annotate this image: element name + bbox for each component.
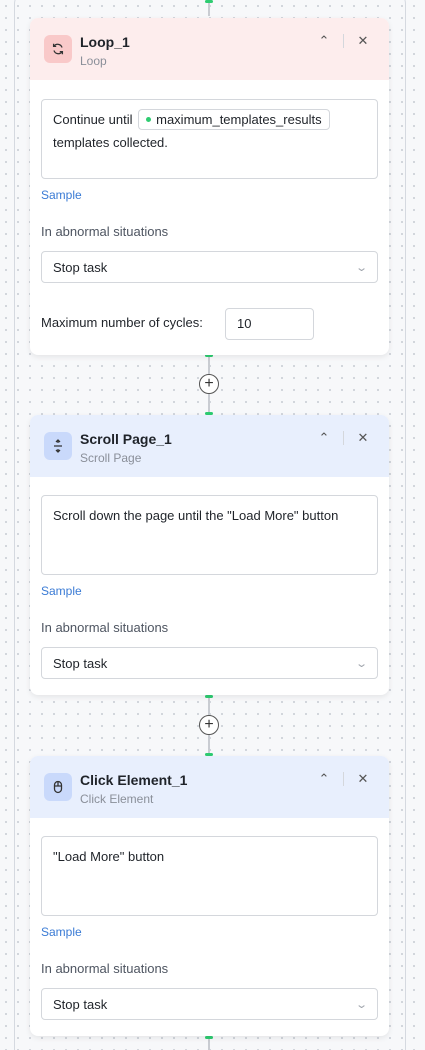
max-cycles-input[interactable]: 10 (225, 308, 314, 340)
close-icon[interactable]: ✕ (355, 33, 371, 49)
loop-node-header: Loop_1 Loop ⌃ ✕ (30, 18, 389, 80)
scroll-page-node-header: Scroll Page_1 Scroll Page ⌃ ✕ (30, 415, 389, 477)
node-title: Loop_1 (80, 34, 130, 50)
max-cycles-label: Maximum number of cycles: (41, 315, 203, 330)
click-element-node-header: Click Element_1 Click Element ⌃ ✕ (30, 756, 389, 818)
select-value: Stop task (53, 259, 108, 275)
select-value: Stop task (53, 996, 108, 1012)
loop-node-card[interactable]: Loop_1 Loop ⌃ ✕ Continue until maximum_t… (30, 18, 389, 355)
connector-end (205, 0, 213, 3)
abnormal-select[interactable]: Stop task ⌄ (41, 647, 378, 679)
scroll-instruction-input[interactable]: Scroll down the page until the "Load Mor… (41, 495, 378, 575)
select-value: Stop task (53, 655, 108, 671)
condition-text: Continue until (53, 112, 133, 127)
sample-link[interactable]: Sample (41, 188, 82, 202)
node-title: Click Element_1 (80, 772, 188, 788)
click-target-input[interactable]: "Load More" button (41, 836, 378, 916)
close-icon[interactable]: ✕ (355, 771, 371, 787)
connector-end (205, 695, 213, 698)
abnormal-select[interactable]: Stop task ⌄ (41, 251, 378, 283)
chevron-down-icon: ⌄ (354, 261, 368, 274)
variable-chip[interactable]: maximum_templates_results (138, 109, 330, 130)
node-subtitle: Click Element (80, 792, 154, 806)
chevron-down-icon: ⌄ (354, 998, 368, 1011)
close-icon[interactable]: ✕ (355, 430, 371, 446)
collapse-chevron-up-icon[interactable]: ⌃ (316, 771, 332, 787)
loop-condition-input[interactable]: Continue until maximum_templates_results… (41, 99, 378, 179)
click-element-node-card[interactable]: Click Element_1 Click Element ⌃ ✕ "Load … (30, 756, 389, 1036)
abnormal-select[interactable]: Stop task ⌄ (41, 988, 378, 1020)
divider (343, 34, 344, 48)
node-title: Scroll Page_1 (80, 431, 172, 447)
collapse-chevron-up-icon[interactable]: ⌃ (316, 33, 332, 49)
scroll-icon (44, 432, 72, 460)
add-step-button[interactable]: + (199, 374, 219, 394)
sample-link[interactable]: Sample (41, 584, 82, 598)
scroll-page-node-card[interactable]: Scroll Page_1 Scroll Page ⌃ ✕ Scroll dow… (30, 415, 389, 695)
add-step-button[interactable]: + (199, 715, 219, 735)
mouse-icon (44, 773, 72, 801)
variable-name: maximum_templates_results (156, 112, 322, 127)
divider (343, 772, 344, 786)
node-subtitle: Scroll Page (80, 451, 142, 465)
node-subtitle: Loop (80, 54, 107, 68)
condition-text: templates collected. (53, 135, 168, 150)
connector-end (205, 1036, 213, 1039)
divider (343, 431, 344, 445)
abnormal-label: In abnormal situations (41, 224, 169, 239)
loop-icon (44, 35, 72, 63)
sample-link[interactable]: Sample (41, 925, 82, 939)
chevron-down-icon: ⌄ (354, 657, 368, 670)
variable-dot-icon (146, 117, 152, 123)
abnormal-label: In abnormal situations (41, 620, 169, 635)
abnormal-label: In abnormal situations (41, 961, 169, 976)
collapse-chevron-up-icon[interactable]: ⌃ (316, 430, 332, 446)
